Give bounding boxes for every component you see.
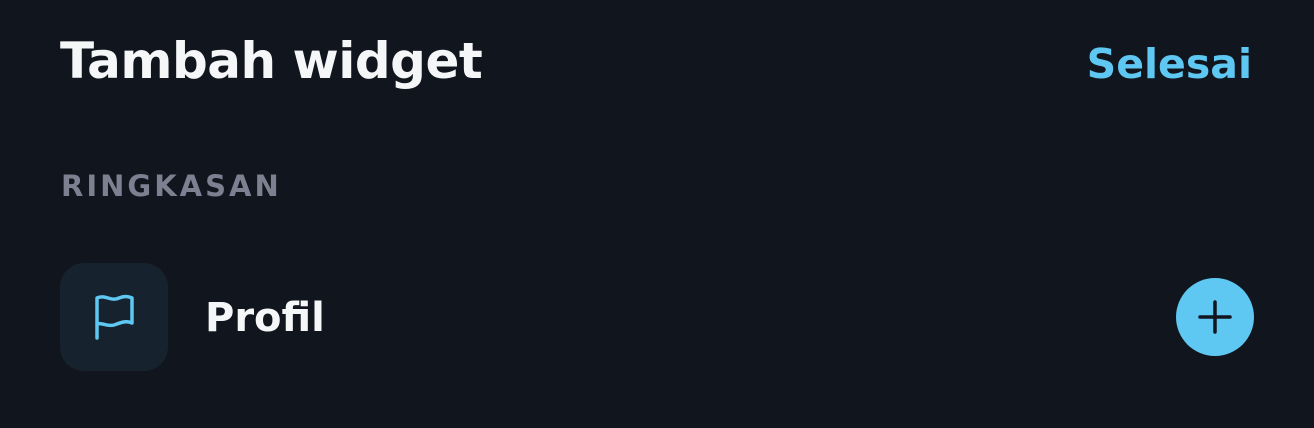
widget-label: Profil xyxy=(205,295,325,341)
plus-icon xyxy=(1198,300,1232,334)
widget-row-profil: Profil xyxy=(60,263,1254,371)
widget-icon-tile xyxy=(60,263,168,371)
flag-icon xyxy=(95,294,134,340)
done-button[interactable]: Selesai xyxy=(1087,34,1252,94)
section-header: RINGKASAN xyxy=(61,169,282,203)
add-widget-button[interactable] xyxy=(1176,278,1254,356)
page-title: Tambah widget xyxy=(60,32,483,90)
